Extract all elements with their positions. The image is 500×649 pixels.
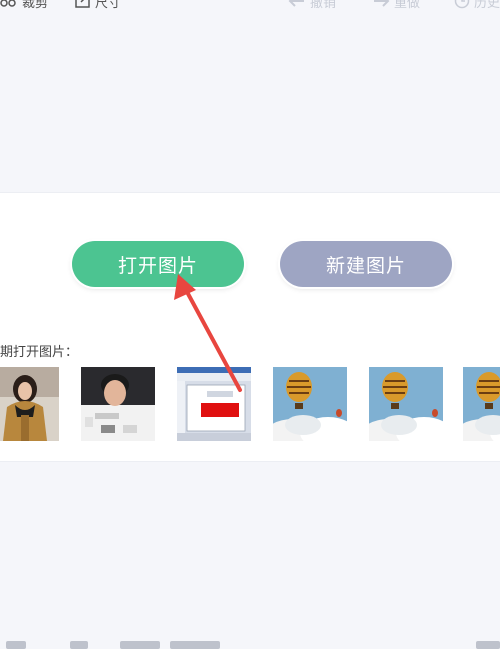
history-label: 历史 xyxy=(474,0,500,11)
recent-thumb-balloon-3[interactable] xyxy=(463,367,500,441)
recent-images-list xyxy=(0,367,500,442)
crop-label: 裁剪 xyxy=(22,0,49,11)
top-toolbar: 裁剪 尺寸 撤销 重做 历史 xyxy=(0,0,500,12)
redo-label: 重做 xyxy=(394,0,421,11)
start-panel: 打开图片 新建图片 期打开图片： xyxy=(0,192,500,462)
resize-icon xyxy=(75,0,91,9)
open-image-button[interactable]: 打开图片 xyxy=(72,241,244,287)
bottom-status-strip xyxy=(0,641,500,649)
new-image-button[interactable]: 新建图片 xyxy=(280,241,452,287)
undo-label: 撤销 xyxy=(310,0,337,11)
redo-button[interactable]: 重做 xyxy=(372,0,420,11)
redo-icon xyxy=(372,0,390,8)
undo-icon xyxy=(288,0,306,8)
size-tool[interactable]: 尺寸 xyxy=(75,0,121,11)
clock-icon xyxy=(454,0,470,9)
recent-thumb-woman[interactable] xyxy=(0,367,59,441)
recent-thumb-man[interactable] xyxy=(81,367,155,441)
open-image-label: 打开图片 xyxy=(117,254,198,277)
size-label: 尺寸 xyxy=(95,0,122,11)
scissors-icon xyxy=(0,0,18,8)
undo-button[interactable]: 撤销 xyxy=(288,0,336,11)
new-image-label: 新建图片 xyxy=(325,254,406,277)
recent-images-label: 期打开图片： xyxy=(0,345,79,360)
history-button[interactable]: 历史 xyxy=(454,0,500,11)
crop-tool[interactable]: 裁剪 xyxy=(0,0,48,11)
recent-thumb-screenshot[interactable] xyxy=(177,367,251,441)
recent-thumb-balloon-1[interactable] xyxy=(273,367,347,441)
recent-thumb-balloon-2[interactable] xyxy=(369,367,443,441)
image-editor-start-page: 裁剪 尺寸 撤销 重做 历史 打开图片 新建图片 期打开图片： xyxy=(0,0,500,649)
